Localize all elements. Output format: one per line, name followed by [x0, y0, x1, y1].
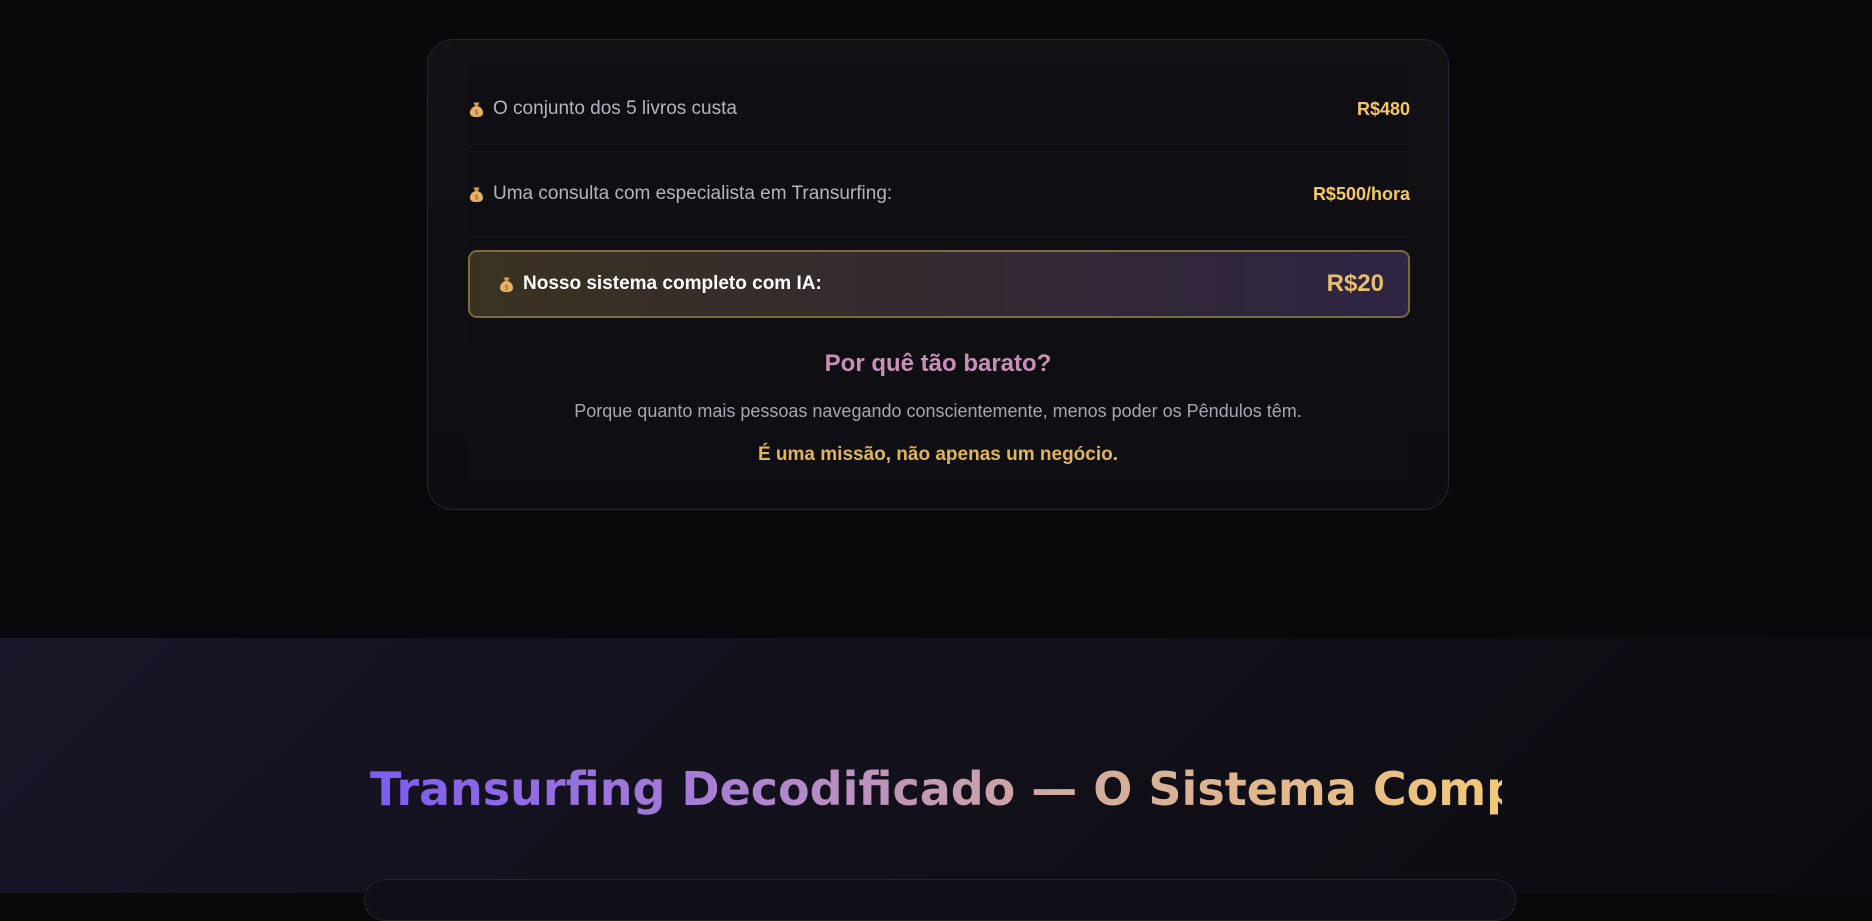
- why-cheap-text: Porque quanto mais pessoas navegando con…: [574, 401, 1302, 421]
- system-section-title: Transurfing Decodificado — O Sistema Com…: [370, 762, 1620, 816]
- svg-text:$: $: [474, 193, 478, 201]
- highlight-label: Nosso sistema completo com IA:: [523, 273, 822, 294]
- highlight-price: R$20: [1326, 270, 1384, 297]
- price-row-label: Uma consulta com especialista em Transur…: [493, 183, 893, 204]
- price-row-books: $ O conjunto dos 5 livros custa R$480: [468, 67, 1410, 152]
- price-row-label: O conjunto dos 5 livros custa: [493, 98, 737, 119]
- system-section: Transurfing Decodificado — O Sistema Com…: [0, 638, 1872, 921]
- next-card: [364, 879, 1516, 921]
- svg-text:$: $: [474, 108, 478, 116]
- money-bag-icon: $: [468, 186, 485, 203]
- why-cheap-heading: Por quê tão barato?: [824, 350, 1052, 377]
- price-value: R$500/hora: [1312, 183, 1410, 204]
- price-row-consultation: $ Uma consulta com especialista em Trans…: [468, 152, 1410, 237]
- mission-statement: É uma missão, não apenas um negócio.: [757, 444, 1119, 465]
- price-row-our-system: $ Nosso sistema completo com IA: R$20: [468, 250, 1410, 318]
- money-bag-icon: $: [498, 276, 515, 293]
- price-value: R$480: [1356, 98, 1410, 119]
- svg-text:$: $: [504, 283, 508, 291]
- money-bag-icon: $: [468, 101, 485, 118]
